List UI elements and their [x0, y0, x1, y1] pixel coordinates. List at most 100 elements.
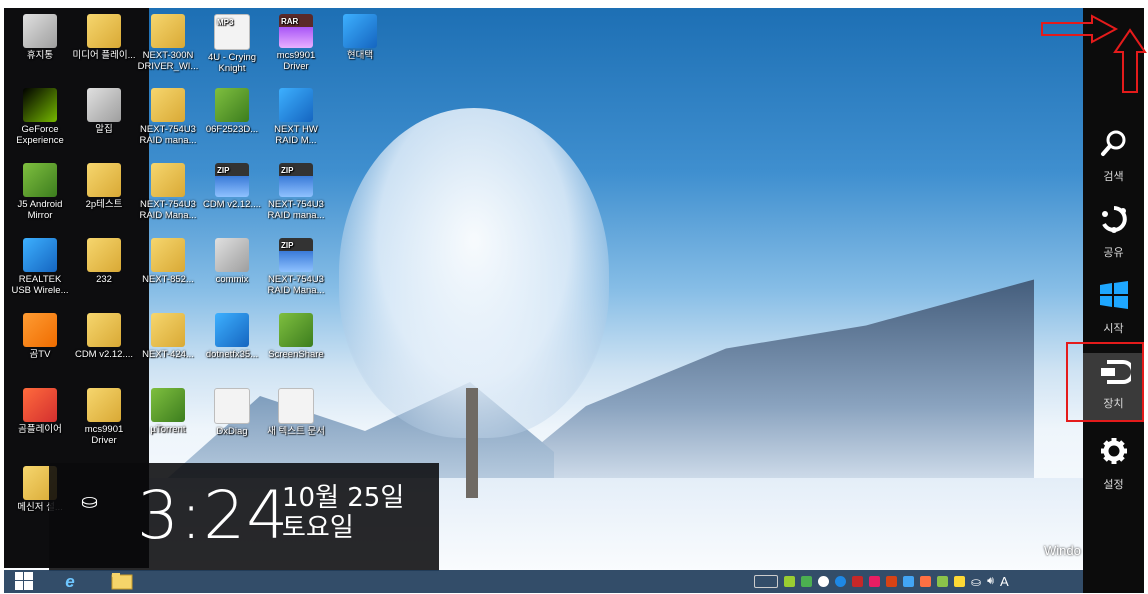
bluetooth-icon[interactable]: [835, 576, 846, 587]
file-explorer-icon[interactable]: [108, 572, 136, 591]
clock-time: 3:24: [137, 477, 290, 554]
desktop-icon-label: NEXT-754U3 RAID Mana...: [139, 199, 197, 221]
desktop-icon-label: NEXT-852...: [142, 274, 194, 285]
desktop-icon-label: J5 Android Mirror: [17, 199, 63, 221]
network-icon[interactable]: ⛀: [971, 575, 981, 589]
desktop-icon-label: NEXT-754U3 RAID mana...: [139, 124, 197, 146]
desktop-icon[interactable]: 알집: [72, 88, 136, 135]
desktop-icon-image: [23, 88, 57, 122]
tray-app-icon[interactable]: [920, 576, 931, 587]
desktop-icon-label: 4U - Crying Knight: [207, 52, 257, 74]
desktop-icon[interactable]: NEXT-754U3 RAID mana...: [136, 88, 200, 146]
desktop-icon-image: [23, 313, 57, 347]
charm-label: 설정: [1103, 479, 1124, 491]
desktop-icon-label: dotnetfx35...: [205, 349, 259, 360]
desktop-icon-label: 알집: [95, 124, 113, 135]
desktop-icon-label: 232: [96, 274, 112, 285]
charm-settings[interactable]: 설정: [1083, 436, 1144, 492]
desktop-icon[interactable]: NEXT-754U3 RAID Mana...: [136, 163, 200, 221]
desktop-icon[interactable]: RAR mcs9901 Driver: [264, 14, 328, 72]
tray-app-icon[interactable]: [937, 576, 948, 587]
lockscreen-clock-panel: ⛀ 3:24 10월 25일 토요일: [49, 463, 439, 571]
tray-app-icon[interactable]: [784, 576, 795, 587]
charm-share[interactable]: 공유: [1083, 204, 1144, 260]
action-center-flag-icon[interactable]: [954, 576, 965, 587]
charm-start[interactable]: 시작: [1083, 280, 1144, 336]
clock-date: 10월 25일: [282, 483, 405, 513]
annotation-arrow-right-icon: [1041, 14, 1119, 44]
desktop-icon-label: mcs9901 Driver: [276, 50, 316, 72]
desktop-icon-label: 미디어 플레이...: [72, 50, 136, 61]
volume-icon[interactable]: 🔊︎: [987, 575, 994, 588]
desktop-icon[interactable]: mcs9901 Driver: [72, 388, 136, 446]
desktop-icon[interactable]: 현대택: [328, 14, 392, 61]
charms-bar: 검색 공유 시작 장치 설정: [1083, 8, 1144, 593]
tray-app-icon[interactable]: [852, 576, 863, 587]
annotation-highlight-box: [1066, 342, 1144, 422]
desktop-icon-label: 새 텍스트 문서: [267, 426, 325, 437]
desktop-icon[interactable]: 곰TV: [8, 313, 72, 360]
taskbar: e ⛀ 🔊︎ A: [4, 570, 1083, 593]
desktop-icon-image: [87, 238, 121, 272]
desktop-icon-image: MP3: [214, 14, 250, 50]
desktop-icon-image: [87, 388, 121, 422]
tray-app-icon[interactable]: [903, 576, 914, 587]
desktop-icon[interactable]: ScreenShare: [264, 313, 328, 360]
tray-app-icon[interactable]: [801, 576, 812, 587]
system-tray: ⛀ 🔊︎ A: [754, 573, 1009, 590]
charm-search[interactable]: 검색: [1083, 128, 1144, 184]
desktop-icon[interactable]: 2p테스트: [72, 163, 136, 210]
desktop-icon[interactable]: MP3 4U - Crying Knight: [200, 14, 264, 74]
desktop-icon[interactable]: 06F2523D...: [200, 88, 264, 135]
desktop-icon[interactable]: CDM v2.12....: [72, 313, 136, 360]
file-type-badge: ZIP: [217, 166, 230, 175]
desktop-icon-label: 06F2523D...: [205, 124, 259, 135]
desktop-icon-image: [151, 313, 185, 347]
desktop-icon[interactable]: commix: [200, 238, 264, 285]
windows-logo-icon: [1083, 280, 1144, 318]
desktop-icon[interactable]: 휴지통: [8, 14, 72, 61]
desktop-icon-image: [87, 14, 121, 48]
desktop-icon-label: NEXT-300N DRIVER_WI...: [137, 50, 199, 72]
desktop-icon-image: [151, 163, 185, 197]
desktop-icon[interactable]: REALTEK USB Wirele...: [8, 238, 72, 296]
tray-app-icon[interactable]: [869, 576, 880, 587]
desktop-icon-image: [279, 313, 313, 347]
desktop-icon[interactable]: NEXT-424...: [136, 313, 200, 360]
desktop-icon-image: RAR: [279, 14, 313, 48]
desktop-icon[interactable]: ZIP NEXT-754U3 RAID mana...: [264, 163, 328, 221]
desktop-icon[interactable]: NEXT-852...: [136, 238, 200, 285]
desktop-icon[interactable]: dotnetfx35...: [200, 313, 264, 360]
keyboard-icon[interactable]: [754, 575, 778, 588]
desktop-icon[interactable]: NEXT HW RAID M...: [264, 88, 328, 146]
desktop-icon[interactable]: 미디어 플레이...: [72, 14, 136, 61]
ime-indicator[interactable]: A: [1000, 574, 1009, 589]
desktop-icon-image: [87, 163, 121, 197]
desktop-icon-label: CDM v2.12....: [74, 349, 134, 360]
desktop-icon[interactable]: NEXT-300N DRIVER_WI...: [136, 14, 200, 72]
desktop-icon[interactable]: DxDiag: [200, 388, 264, 437]
windows-start-icon[interactable]: [10, 572, 38, 591]
desktop-icon[interactable]: 곰플레이어: [8, 388, 72, 435]
desktop-icon[interactable]: 새 텍스트 문서: [264, 388, 328, 437]
tray-app-icon[interactable]: [886, 576, 897, 587]
desktop-icon-label: 2p테스트: [85, 199, 123, 210]
desktop-icon-image: [151, 238, 185, 272]
internet-explorer-icon[interactable]: e: [56, 572, 84, 591]
desktop-icon-label: ScreenShare: [268, 349, 324, 360]
desktop-icon[interactable]: J5 Android Mirror: [8, 163, 72, 221]
tray-app-icon[interactable]: [818, 576, 829, 587]
clock-date-block: 10월 25일 토요일: [282, 483, 404, 543]
search-icon: [1083, 128, 1144, 166]
desktop-icon-image: [279, 88, 313, 122]
desktop-icon[interactable]: 232: [72, 238, 136, 285]
desktop-screen: 휴지통 미디어 플레이... NEXT-300N DRIVER_WI... MP3 4U…: [4, 8, 1083, 593]
desktop-icon[interactable]: ZIP CDM v2.12....: [200, 163, 264, 210]
charm-label: 시작: [1103, 323, 1124, 335]
desktop-icon-image: ZIP: [215, 163, 249, 197]
desktop-icon[interactable]: GeForce Experience: [8, 88, 72, 146]
desktop-icon-image: ZIP: [279, 238, 313, 272]
desktop-icon-label: 현대택: [346, 50, 374, 61]
desktop-icon[interactable]: µTorrent: [136, 388, 200, 435]
desktop-icon[interactable]: ZIP NEXT-754U3 RAID Mana...: [264, 238, 328, 296]
